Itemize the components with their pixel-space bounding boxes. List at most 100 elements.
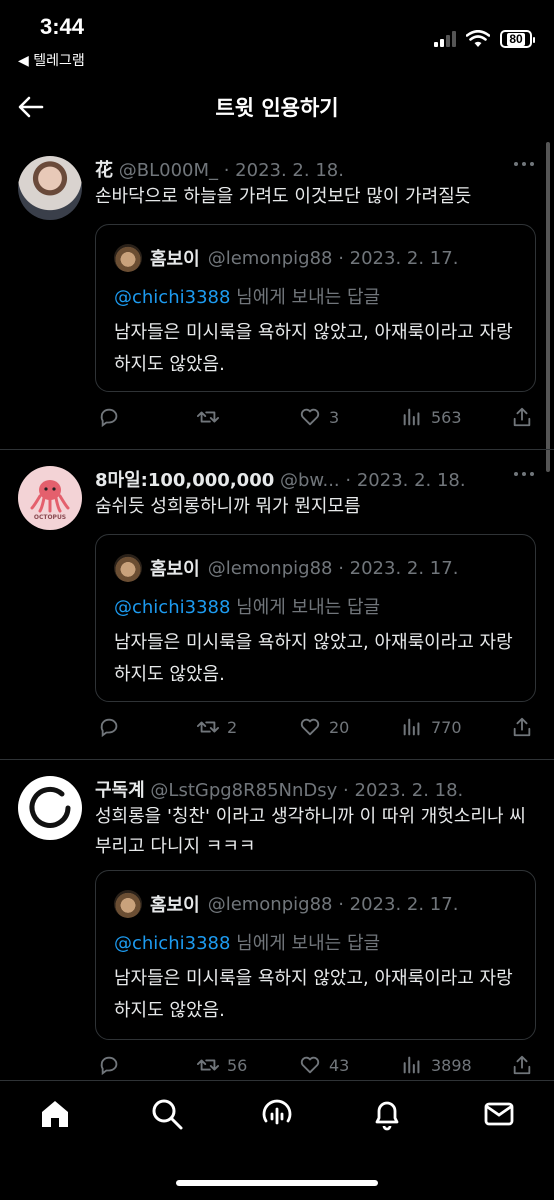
battery-icon: 80 bbox=[500, 30, 535, 48]
retweet-icon bbox=[197, 411, 219, 423]
tweet-text: 손바닥으로 하늘을 가려도 이것보단 많이 가려질듯 bbox=[95, 186, 472, 207]
like-count: 43 bbox=[329, 1055, 350, 1075]
tweet-date: · 2023. 2. 18. bbox=[343, 780, 464, 801]
quoted-avatar bbox=[114, 554, 142, 582]
enso-circle-icon bbox=[29, 786, 71, 828]
retweet-button[interactable]: 2 bbox=[197, 716, 237, 738]
avatar-caption: OCTOPUS bbox=[33, 514, 67, 521]
reply-to-line: @chichi3388 님에게 보내는 답글 bbox=[114, 929, 380, 955]
author-handle[interactable]: @LstGpg8R85NnDsy bbox=[150, 780, 337, 801]
quoted-tweet[interactable]: 홈보이 @lemonpig88 · 2023. 2. 17. @chichi33… bbox=[95, 534, 536, 702]
quoted-tweet[interactable]: 홈보이 @lemonpig88 · 2023. 2. 17. @chichi33… bbox=[95, 870, 536, 1040]
view-count: 770 bbox=[431, 717, 462, 737]
share-button[interactable] bbox=[511, 716, 533, 738]
status-time: 3:44 bbox=[40, 14, 85, 39]
quoted-author-handle: @lemonpig88 · 2023. 2. 17. bbox=[207, 893, 459, 915]
share-icon bbox=[513, 407, 531, 427]
author-name[interactable]: 8마일:100,000,000 bbox=[95, 470, 274, 491]
retweet-button[interactable]: 56 bbox=[197, 1054, 247, 1076]
mention-link[interactable]: @chichi3388 bbox=[114, 933, 230, 954]
messages-icon[interactable] bbox=[482, 1097, 516, 1131]
tweet-header: 花 @BL000M_ · 2023. 2. 18. bbox=[95, 156, 540, 182]
views-button[interactable]: 563 bbox=[401, 406, 462, 428]
heart-icon bbox=[300, 718, 320, 736]
top-app-bar: 트윗 인용하기 bbox=[0, 72, 554, 140]
more-options-icon[interactable] bbox=[514, 472, 534, 476]
tweet-date: · 2023. 2. 18. bbox=[223, 160, 344, 181]
tweet-date: · 2023. 2. 18. bbox=[345, 470, 466, 491]
reply-button[interactable] bbox=[99, 716, 121, 738]
views-button[interactable]: 770 bbox=[401, 716, 462, 738]
wifi-icon bbox=[466, 30, 490, 47]
tweet-card[interactable]: 花 @BL000M_ · 2023. 2. 18. 손바닥으로 하늘을 가려도 … bbox=[0, 140, 554, 450]
notifications-icon[interactable] bbox=[370, 1097, 404, 1131]
tweet-actions: 2 20 770 bbox=[95, 716, 534, 742]
tweet-card[interactable]: OCTOPUS 8마일:100,000,000 @bw... · 2023. 2… bbox=[0, 450, 554, 760]
mention-link[interactable]: @chichi3388 bbox=[114, 287, 230, 308]
analytics-icon bbox=[403, 718, 420, 736]
retweet-count: 56 bbox=[227, 1055, 248, 1075]
quoted-tweet[interactable]: 홈보이 @lemonpig88 · 2023. 2. 17. @chichi33… bbox=[95, 224, 536, 392]
quote-tweet-feed: 花 @BL000M_ · 2023. 2. 18. 손바닥으로 하늘을 가려도 … bbox=[0, 140, 554, 1090]
bottom-navigation bbox=[0, 1080, 554, 1200]
cellular-signal-icon bbox=[434, 31, 456, 47]
status-indicators: 80 bbox=[434, 30, 535, 48]
retweet-icon bbox=[197, 1059, 219, 1071]
home-indicator[interactable] bbox=[176, 1180, 378, 1186]
quoted-tweet-header: 홈보이 @lemonpig88 · 2023. 2. 17. bbox=[114, 889, 458, 919]
reply-suffix: 님에게 보내는 답글 bbox=[230, 597, 381, 618]
quoted-author-name: 홈보이 bbox=[150, 895, 200, 916]
author-name[interactable]: 구독계 bbox=[95, 780, 145, 801]
tweet-card[interactable]: 구독계 @LstGpg8R85NnDsy · 2023. 2. 18. 성희롱을… bbox=[0, 760, 554, 1090]
quoted-author-handle: @lemonpig88 · 2023. 2. 17. bbox=[207, 247, 459, 269]
share-icon bbox=[513, 717, 531, 737]
more-options-icon[interactable] bbox=[514, 162, 534, 166]
share-icon bbox=[513, 1055, 531, 1075]
back-to-app-link[interactable]: ◀ 텔레그램 bbox=[18, 50, 85, 70]
like-button[interactable]: 43 bbox=[299, 1054, 349, 1076]
like-count: 20 bbox=[329, 717, 350, 737]
quoted-avatar bbox=[114, 244, 142, 272]
battery-level: 80 bbox=[507, 31, 525, 46]
reply-button[interactable] bbox=[99, 1054, 121, 1076]
tweet-actions: 56 43 3898 bbox=[95, 1054, 534, 1080]
heart-icon bbox=[300, 1056, 320, 1074]
like-button[interactable]: 20 bbox=[299, 716, 349, 738]
quoted-tweet-header: 홈보이 @lemonpig88 · 2023. 2. 17. bbox=[114, 553, 458, 583]
reply-suffix: 님에게 보내는 답글 bbox=[230, 287, 381, 308]
retweet-button[interactable] bbox=[197, 406, 227, 428]
spaces-icon[interactable] bbox=[260, 1097, 294, 1131]
author-handle[interactable]: @BL000M_ bbox=[119, 160, 218, 181]
author-handle[interactable]: @bw... bbox=[280, 470, 340, 491]
quoted-tweet-text: 남자들은 미시룩을 욕하지 않았고, 아재룩이라고 자랑 하지도 않았음. bbox=[114, 322, 513, 375]
share-button[interactable] bbox=[511, 1054, 533, 1076]
analytics-icon bbox=[403, 408, 420, 426]
mention-link[interactable]: @chichi3388 bbox=[114, 597, 230, 618]
home-icon[interactable] bbox=[38, 1097, 72, 1131]
tweet-text: 성희롱을 '칭찬' 이라고 생각하니까 이 따위 개헛소리나 씨부리고 다니지 … bbox=[95, 806, 526, 857]
view-count: 3898 bbox=[431, 1055, 472, 1075]
tweet-header: 8마일:100,000,000 @bw... · 2023. 2. 18. bbox=[95, 466, 540, 492]
tweet-actions: 3 563 bbox=[95, 406, 534, 432]
search-icon[interactable] bbox=[150, 1097, 184, 1131]
retweet-icon bbox=[197, 721, 219, 733]
reply-button[interactable] bbox=[99, 406, 121, 428]
author-name[interactable]: 花 bbox=[95, 160, 113, 181]
quoted-tweet-header: 홈보이 @lemonpig88 · 2023. 2. 17. bbox=[114, 243, 458, 273]
reply-icon bbox=[100, 718, 118, 738]
reply-icon bbox=[100, 408, 118, 428]
quoted-tweet-text: 남자들은 미시룩을 욕하지 않았고, 아재룩이라고 자랑 하지도 않았음. bbox=[114, 632, 513, 685]
tweet-text: 숨쉬듯 성희롱하니까 뭐가 뭔지모름 bbox=[95, 496, 361, 517]
views-button[interactable]: 3898 bbox=[401, 1054, 472, 1076]
quoted-tweet-text: 남자들은 미시룩을 욕하지 않았고, 아재룩이라고 자랑 하지도 않았음. bbox=[114, 968, 513, 1021]
reply-icon bbox=[100, 1056, 118, 1076]
page-title: 트윗 인용하기 bbox=[215, 96, 339, 120]
quoted-author-name: 홈보이 bbox=[150, 249, 200, 270]
like-button[interactable]: 3 bbox=[299, 406, 339, 428]
like-count: 3 bbox=[329, 407, 340, 427]
avatar[interactable] bbox=[18, 156, 82, 220]
share-button[interactable] bbox=[511, 406, 533, 428]
quoted-author-handle: @lemonpig88 · 2023. 2. 17. bbox=[207, 557, 459, 579]
avatar[interactable] bbox=[18, 776, 82, 840]
reply-to-line: @chichi3388 님에게 보내는 답글 bbox=[114, 593, 380, 619]
